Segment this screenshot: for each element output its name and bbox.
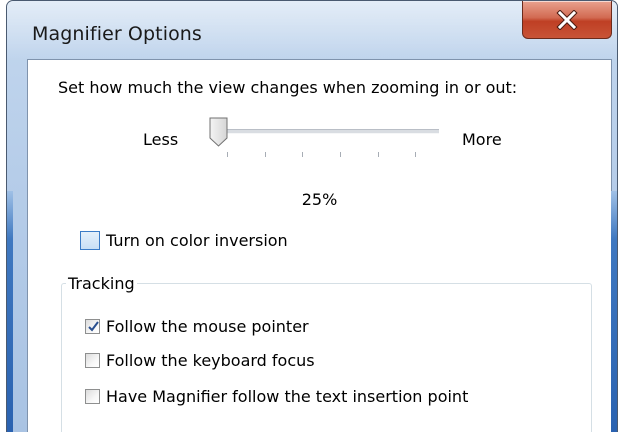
slider-tick bbox=[265, 152, 266, 157]
follow-text-insertion-checkbox[interactable]: Have Magnifier follow the text insertion… bbox=[85, 387, 468, 406]
checkbox-box[interactable] bbox=[85, 389, 100, 404]
zoom-slider-track[interactable] bbox=[213, 129, 439, 134]
follow-mouse-label: Follow the mouse pointer bbox=[106, 317, 309, 336]
follow-keyboard-label: Follow the keyboard focus bbox=[106, 351, 315, 370]
checkmark-icon bbox=[88, 321, 99, 332]
window-title: Magnifier Options bbox=[32, 23, 202, 45]
dialog-window: Magnifier Options Set how much the view … bbox=[6, 0, 618, 432]
zoom-slider-thumb[interactable] bbox=[209, 117, 228, 147]
slider-tick bbox=[227, 152, 228, 157]
window-edge bbox=[7, 191, 13, 432]
checkbox-box[interactable] bbox=[85, 319, 100, 334]
close-button[interactable] bbox=[522, 1, 612, 39]
slider-tick bbox=[378, 152, 379, 157]
color-inversion-label: Turn on color inversion bbox=[106, 231, 288, 250]
window-edge bbox=[611, 191, 617, 432]
close-icon bbox=[556, 9, 578, 30]
follow-keyboard-checkbox[interactable]: Follow the keyboard focus bbox=[85, 351, 315, 370]
dialog-content: Set how much the view changes when zoomi… bbox=[27, 59, 612, 432]
slider-max-label: More bbox=[462, 130, 502, 149]
slider-tick bbox=[415, 152, 416, 157]
checkbox-box[interactable] bbox=[80, 231, 100, 250]
slider-tick bbox=[302, 152, 303, 157]
slider-tick bbox=[340, 152, 341, 157]
zoom-percent-value: 25% bbox=[301, 190, 338, 209]
checkbox-box[interactable] bbox=[85, 353, 100, 368]
follow-mouse-checkbox[interactable]: Follow the mouse pointer bbox=[85, 317, 309, 336]
tracking-group-title: Tracking bbox=[66, 274, 137, 293]
color-inversion-checkbox[interactable]: Turn on color inversion bbox=[80, 231, 288, 250]
follow-text-insertion-label: Have Magnifier follow the text insertion… bbox=[106, 387, 469, 406]
slider-min-label: Less bbox=[143, 130, 179, 149]
zoom-description: Set how much the view changes when zoomi… bbox=[58, 78, 518, 97]
